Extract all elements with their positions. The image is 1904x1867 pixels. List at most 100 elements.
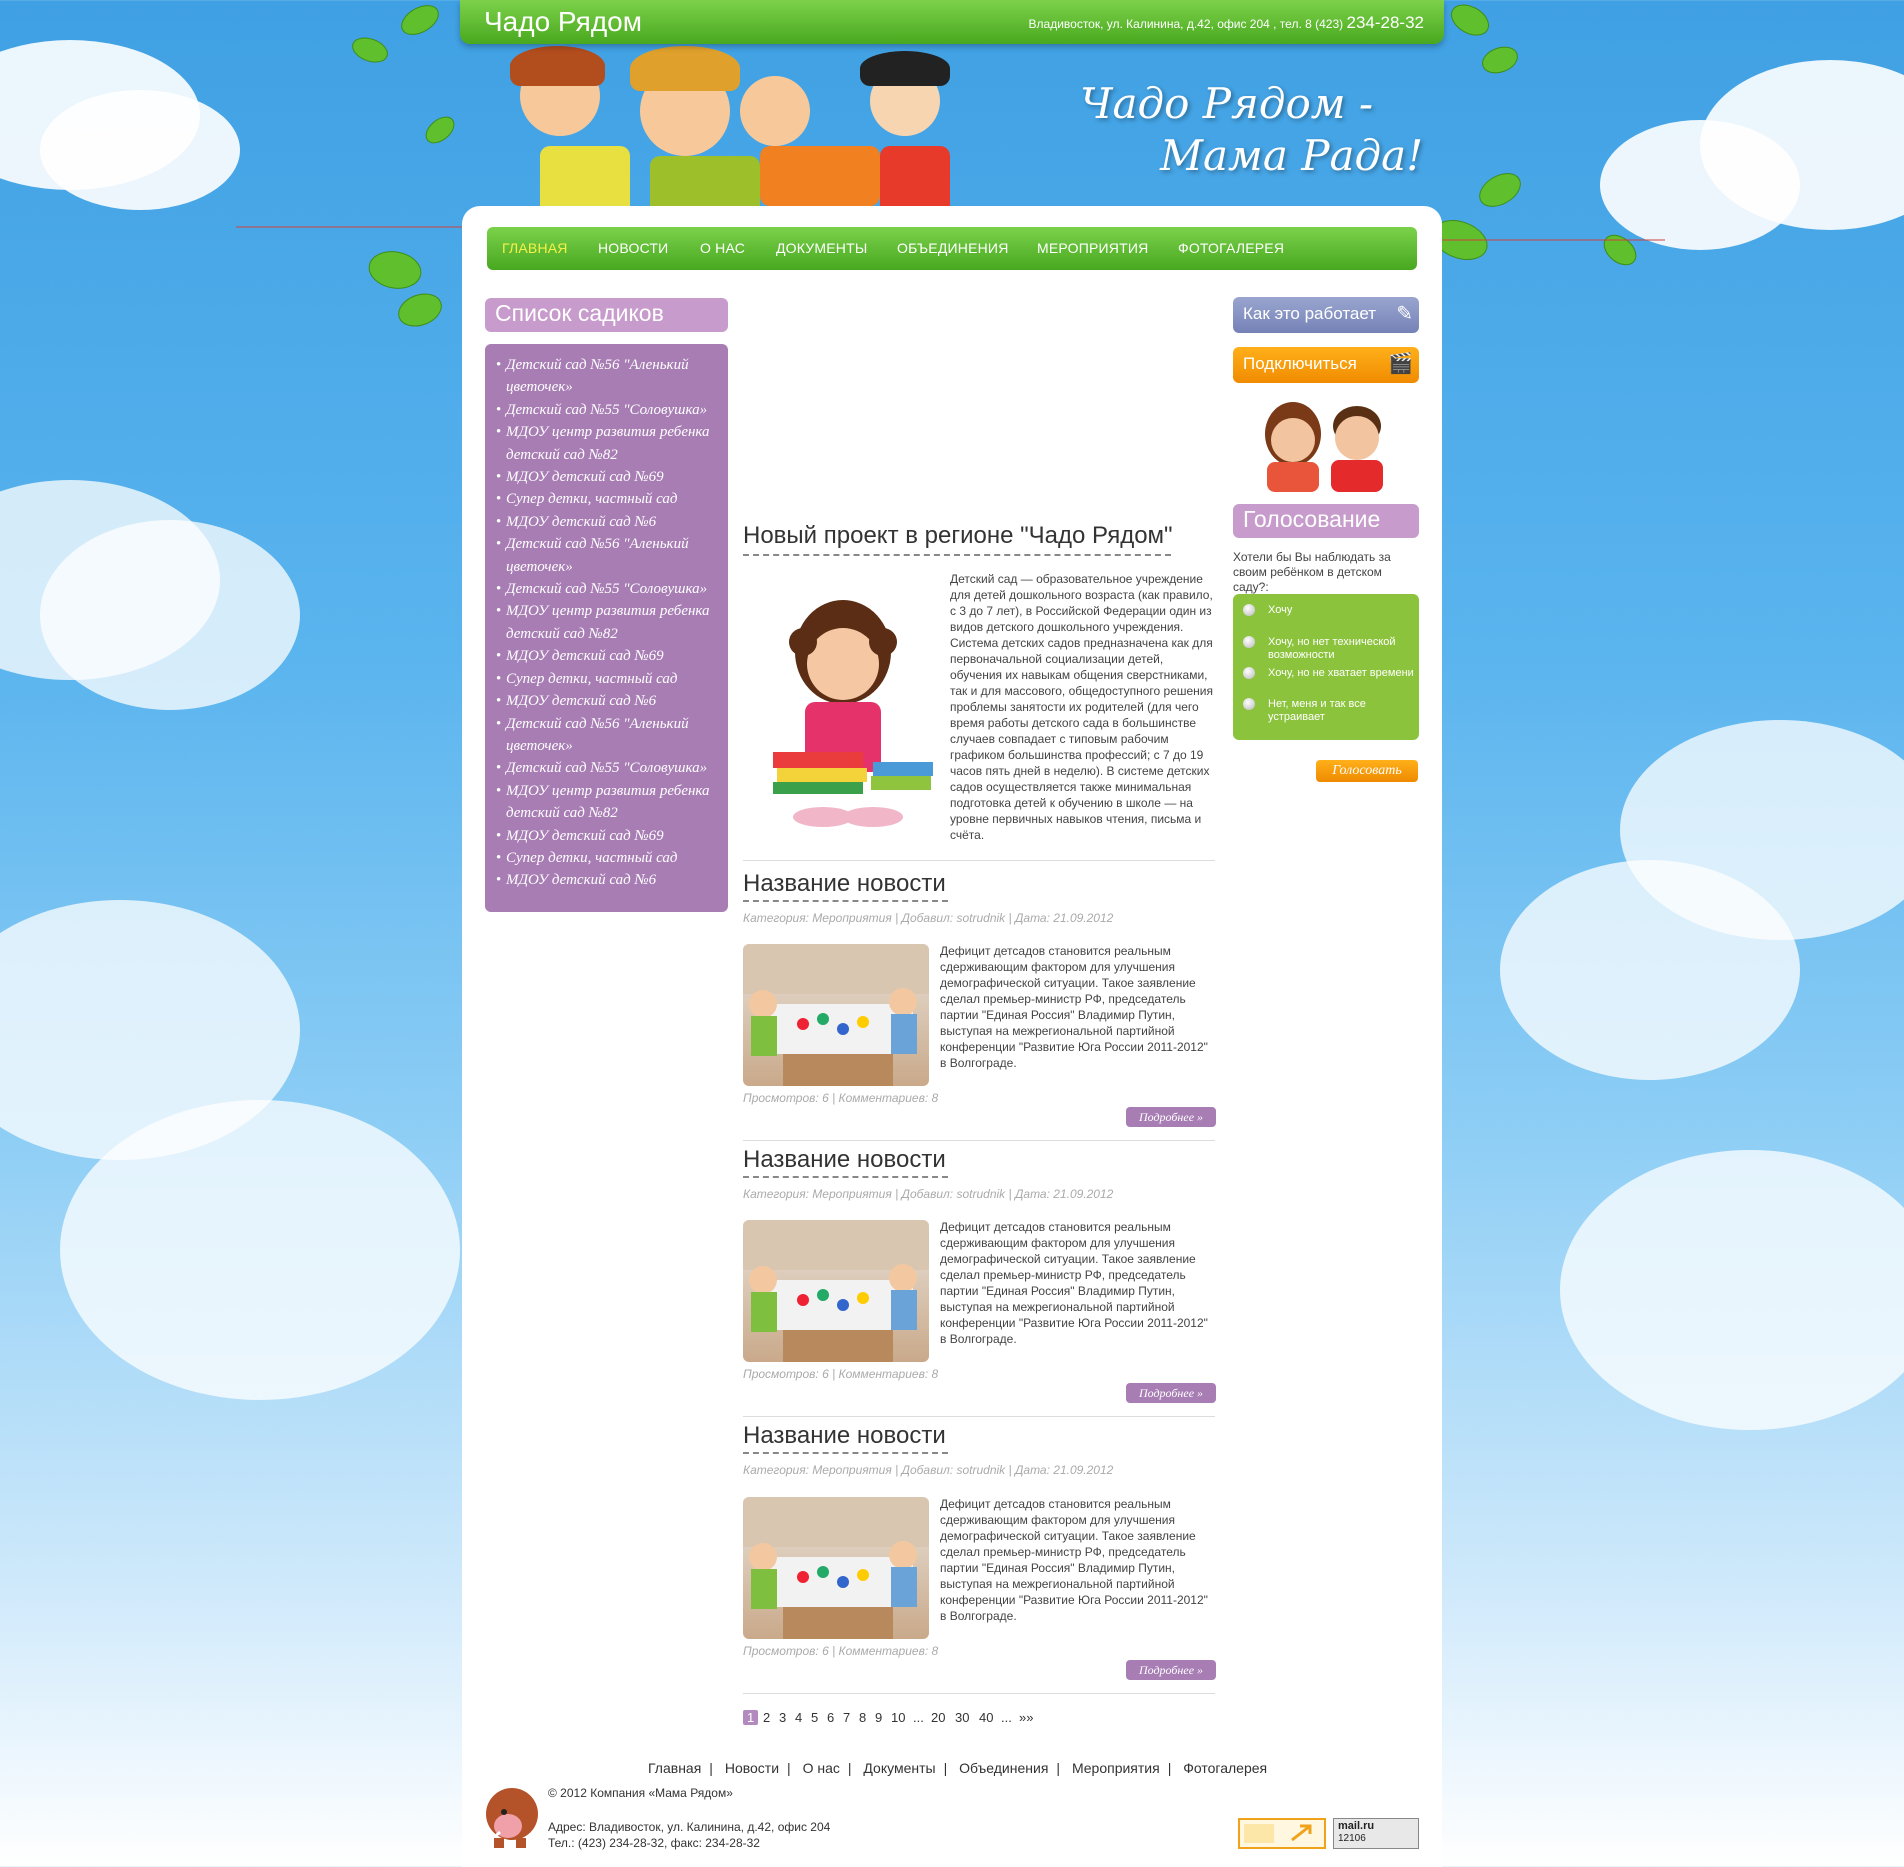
news-text: Дефицит детсадов становится реальным сде… (940, 944, 1208, 1070)
news-meta: Категория: Мероприятия | Добавил: sotrud… (743, 1187, 1114, 1201)
kindergarten-link[interactable]: Детский сад №56 "Аленький цветочек» (496, 354, 720, 399)
arrow-icon (1244, 1824, 1312, 1843)
news-stats: Просмотров: 6 | Комментариев: 8 (743, 1644, 939, 1658)
site-title[interactable]: Чадо Рядом (484, 6, 642, 38)
header-slogan: Чадо Рядом - Мама Рада! (1080, 78, 1440, 182)
radio-button[interactable] (1243, 636, 1255, 648)
copyright: © 2012 Компания «Мама Рядом» (548, 1786, 733, 1800)
poll-options: Хочу Хочу, но нет технической возможност… (1233, 594, 1419, 740)
page-link[interactable]: 8 (859, 1710, 866, 1725)
kindergarten-link[interactable]: Супер детки, частный сад (496, 668, 720, 691)
page-current[interactable]: 1 (743, 1710, 759, 1725)
read-more-button[interactable]: Подробнее » (1126, 1660, 1216, 1680)
main-article-title[interactable]: Новый проект в регионе "Чадо Рядом" (743, 522, 1173, 550)
classroom-photo (743, 1497, 929, 1639)
mailru-counter-badge[interactable]: mail.ru 12106 (1333, 1818, 1419, 1849)
title-underline (743, 1176, 948, 1178)
page-link[interactable]: 7 (843, 1710, 850, 1725)
title-underline (743, 1452, 948, 1454)
news-text: Дефицит детсадов становится реальным сде… (940, 1497, 1208, 1623)
page-ellipsis: ... (1001, 1710, 1012, 1725)
footer-link-events[interactable]: Мероприятия (1072, 1760, 1160, 1776)
kindergarten-link[interactable]: МДОУ детский сад №6 (496, 869, 720, 892)
kindergarten-link[interactable]: МДОУ центр развития ребенка детский сад … (496, 600, 720, 645)
news-title[interactable]: Название новости (743, 870, 946, 898)
kindergarten-link[interactable]: МДОУ детский сад №6 (496, 511, 720, 534)
mammoth-logo-icon (480, 1780, 540, 1850)
footer-link-gallery[interactable]: Фотогалерея (1183, 1760, 1267, 1776)
kindergarten-link[interactable]: Детский сад №55 "Соловушка» (496, 578, 720, 601)
footer-link-associations[interactable]: Объединения (959, 1760, 1048, 1776)
page-link[interactable]: 4 (795, 1710, 802, 1725)
footer-address: Адрес: Владивосток, ул. Калинина, д.42, … (548, 1819, 830, 1851)
news-image (743, 1220, 929, 1362)
page-link[interactable]: 5 (811, 1710, 818, 1725)
radio-button[interactable] (1243, 667, 1255, 679)
footer-link-home[interactable]: Главная (648, 1760, 701, 1776)
footer-nav: Главная | Новости | О нас | Документы | Объе… (648, 1760, 1268, 1776)
poll-option-label: Хочу, но не хватает времени (1268, 667, 1414, 679)
kindergarten-link[interactable]: МДОУ центр развития ребенка детский сад … (496, 780, 720, 825)
news-text: Дефицит детсадов становится реальным сде… (940, 1220, 1208, 1346)
news-stats: Просмотров: 6 | Комментариев: 8 (743, 1091, 939, 1105)
footer-link-documents[interactable]: Документы (863, 1760, 935, 1776)
page-link[interactable]: 40 (979, 1710, 993, 1725)
radio-button[interactable] (1243, 604, 1255, 616)
read-more-button[interactable]: Подробнее » (1126, 1107, 1216, 1127)
kindergarten-list: Детский сад №56 "Аленький цветочек» Детс… (485, 344, 728, 912)
rating-counter-badge[interactable] (1238, 1818, 1326, 1849)
radio-button[interactable] (1243, 698, 1255, 710)
nav-item-associations[interactable]: Объединения (897, 240, 1009, 256)
page-link[interactable]: 6 (827, 1710, 834, 1725)
nav-item-home[interactable]: Главная (502, 240, 568, 256)
news-title[interactable]: Название новости (743, 1146, 946, 1174)
nav-item-about[interactable]: О нас (700, 240, 745, 256)
article-image-girl (743, 572, 937, 842)
how-it-works-label: Как это работает (1243, 304, 1377, 323)
kindergarten-link[interactable]: МДОУ детский сад №69 (496, 825, 720, 848)
footer-link-about[interactable]: О нас (803, 1760, 840, 1776)
kindergarten-link[interactable]: Детский сад №55 "Соловушка» (496, 757, 720, 780)
top-bar: Чадо Рядом Владивосток, ул. Калинина, д.… (460, 0, 1444, 44)
connect-button[interactable]: Подключиться 🎬 (1233, 347, 1419, 383)
kindergarten-link[interactable]: МДОУ центр развития ребенка детский сад … (496, 421, 720, 466)
nav-item-documents[interactable]: Документы (776, 240, 867, 256)
slogan-line-1: Чадо Рядом - (1080, 79, 1374, 128)
kindergarten-link[interactable]: МДОУ детский сад №69 (496, 645, 720, 668)
title-underline (743, 900, 948, 902)
page-link[interactable]: 3 (779, 1710, 786, 1725)
read-more-button[interactable]: Подробнее » (1126, 1383, 1216, 1403)
contact-address: Владивосток, ул. Калинина, д.42, офис 20… (1028, 17, 1344, 31)
nav-item-events[interactable]: Мероприятия (1037, 240, 1148, 256)
poll-title: Голосование (1233, 504, 1419, 538)
classroom-photo (743, 1220, 929, 1362)
divider (743, 1140, 1215, 1141)
site-header: Чадо Рядом Владивосток, ул. Калинина, д.… (460, 0, 1444, 226)
footer-address-line: Адрес: Владивосток, ул. Калинина, д.42, … (548, 1820, 831, 1834)
vote-button[interactable]: Голосовать (1316, 760, 1418, 782)
nav-item-news[interactable]: Новости (598, 240, 668, 256)
how-it-works-button[interactable]: Как это работает ✎ (1233, 297, 1419, 333)
kindergarten-link[interactable]: МДОУ детский сад №69 (496, 466, 720, 489)
news-title[interactable]: Название новости (743, 1422, 946, 1450)
page-link[interactable]: 9 (875, 1710, 882, 1725)
kindergarten-link[interactable]: МДОУ детский сад №6 (496, 690, 720, 713)
news-meta: Категория: Мероприятия | Добавил: sotrud… (743, 1463, 1114, 1477)
page-link[interactable]: 2 (763, 1710, 770, 1725)
title-underline (743, 554, 1171, 556)
kindergarten-link[interactable]: Детский сад №55 "Соловушка» (496, 399, 720, 422)
page-next-link[interactable]: »» (1019, 1710, 1033, 1725)
kindergarten-link[interactable]: Детский сад №56 "Аленький цветочек» (496, 713, 720, 758)
page-link[interactable]: 20 (931, 1710, 945, 1725)
mailru-label: mail.ru (1338, 1820, 1375, 1832)
connect-label: Подключиться (1243, 354, 1357, 373)
nav-item-gallery[interactable]: Фотогалерея (1178, 240, 1284, 256)
poll-question: Хотели бы Вы наблюдать за своим ребёнком… (1233, 550, 1391, 594)
page-link[interactable]: 30 (955, 1710, 969, 1725)
page-link[interactable]: 10 (891, 1710, 905, 1725)
kindergarten-link[interactable]: Супер детки, частный сад (496, 488, 720, 511)
footer-link-news[interactable]: Новости (725, 1760, 779, 1776)
kindergarten-link[interactable]: Детский сад №56 "Аленький цветочек» (496, 533, 720, 578)
kindergarten-link[interactable]: Супер детки, частный сад (496, 847, 720, 870)
classroom-photo (743, 944, 929, 1086)
